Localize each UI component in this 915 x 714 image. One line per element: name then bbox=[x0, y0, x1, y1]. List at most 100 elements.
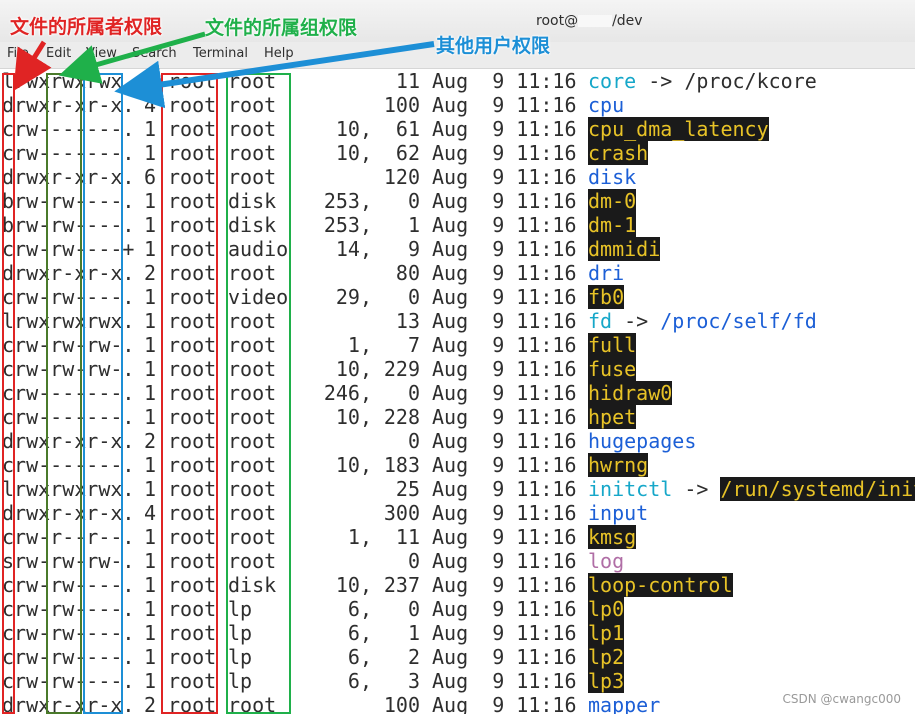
listing-row: crw-------. 1 root root 10, 62 Aug 9 11:16 cras… bbox=[0, 141, 915, 165]
size-or-minor: 0 bbox=[407, 597, 420, 621]
group-name: lp bbox=[228, 669, 253, 693]
listing-row: crw-------. 1 root root 10, 183 Aug 9 11:16 hwr… bbox=[0, 453, 915, 477]
group-name: root bbox=[228, 381, 277, 405]
symlink-arrow: -> bbox=[636, 69, 685, 93]
link-count: 1 bbox=[144, 573, 157, 597]
major-number: 246, bbox=[323, 381, 372, 405]
permission-string: crw-rw----. bbox=[2, 669, 135, 693]
major-number: 10, bbox=[335, 357, 372, 381]
listing-row: crw-rw----. 1 root lp 6, 1 Aug 9 11:16 lp1 bbox=[0, 621, 915, 645]
permission-string: lrwxrwxrwx. bbox=[2, 477, 135, 501]
menu-edit[interactable]: Edit bbox=[46, 46, 71, 61]
owner-name: root bbox=[168, 453, 217, 477]
link-count: 1 bbox=[144, 525, 157, 549]
file-name: disk bbox=[588, 165, 637, 189]
group-name: root bbox=[228, 501, 277, 525]
size-or-minor: 25 bbox=[395, 477, 420, 501]
modified-date: Aug 9 11:16 bbox=[432, 381, 577, 405]
file-name: dmmidi bbox=[588, 237, 661, 261]
size-or-minor: 120 bbox=[383, 165, 420, 189]
file-name-cell: hugepages bbox=[588, 429, 696, 453]
file-name-cell: lp3 bbox=[588, 669, 625, 693]
modified-date: Aug 9 11:16 bbox=[432, 597, 577, 621]
menu-help[interactable]: Help bbox=[264, 46, 294, 61]
modified-date: Aug 9 11:16 bbox=[432, 261, 577, 285]
modified-date: Aug 9 11:16 bbox=[432, 357, 577, 381]
menu-terminal[interactable]: Terminal bbox=[193, 46, 248, 61]
file-name-cell: dri bbox=[588, 261, 624, 285]
major-number: 14, bbox=[335, 237, 372, 261]
group-name: root bbox=[228, 357, 277, 381]
symlink-arrow: -> bbox=[612, 309, 661, 333]
listing-row: crw-r--r--. 1 root root 1, 11 Aug 9 11:16 kmsg bbox=[0, 525, 915, 549]
group-name: root bbox=[228, 309, 277, 333]
symlink-arrow: -> bbox=[672, 477, 721, 501]
file-name-cell: input bbox=[588, 501, 648, 525]
modified-date: Aug 9 11:16 bbox=[432, 693, 577, 714]
owner-name: root bbox=[168, 213, 217, 237]
owner-name: root bbox=[168, 429, 217, 453]
listing-row: drwxr-xr-x. 4 root root 100 Aug 9 11:16 cpu bbox=[0, 93, 915, 117]
owner-name: root bbox=[168, 93, 217, 117]
modified-date: Aug 9 11:16 bbox=[432, 333, 577, 357]
size-or-minor: 229 bbox=[383, 357, 420, 381]
permission-string: crw-rw-rw-. bbox=[2, 357, 135, 381]
link-count: 1 bbox=[144, 141, 157, 165]
permission-string: crw-------. bbox=[2, 405, 135, 429]
size-or-minor: 1 bbox=[407, 213, 420, 237]
size-or-minor: 0 bbox=[407, 429, 420, 453]
group-name: root bbox=[228, 141, 277, 165]
group-name: disk bbox=[228, 573, 277, 597]
group-name: disk bbox=[228, 189, 277, 213]
modified-date: Aug 9 11:16 bbox=[432, 69, 577, 93]
listing-row: drwxr-xr-x. 2 root root 0 Aug 9 11:16 hugepage… bbox=[0, 429, 915, 453]
major-number: 6, bbox=[347, 621, 372, 645]
file-name: loop-control bbox=[588, 573, 733, 597]
terminal-output[interactable]: lrwxrwxrwx. 1 root root 11 Aug 9 11:16 core ->… bbox=[0, 69, 915, 714]
link-count: 1 bbox=[144, 309, 157, 333]
owner-name: root bbox=[168, 357, 217, 381]
file-name: fuse bbox=[588, 357, 637, 381]
modified-date: Aug 9 11:16 bbox=[432, 141, 577, 165]
file-name-cell: cpu_dma_latency bbox=[588, 117, 769, 141]
file-name: dri bbox=[588, 261, 625, 285]
permission-string: lrwxrwxrwx. bbox=[2, 69, 135, 93]
file-name-cell: hidraw0 bbox=[588, 381, 673, 405]
owner-name: root bbox=[168, 549, 217, 573]
file-name: lp0 bbox=[588, 597, 625, 621]
size-or-minor: 100 bbox=[383, 693, 420, 714]
size-or-minor: 300 bbox=[383, 501, 420, 525]
group-name: audio bbox=[228, 237, 289, 261]
menu-view[interactable]: View bbox=[86, 46, 117, 61]
file-name-cell: lp0 bbox=[588, 597, 625, 621]
permission-string: crw-rw----. bbox=[2, 285, 135, 309]
menu-file[interactable]: File bbox=[7, 46, 29, 61]
group-name: root bbox=[228, 693, 277, 714]
listing-row: crw-rw----. 1 root lp 6, 0 Aug 9 11:16 lp0 bbox=[0, 597, 915, 621]
file-name: hugepages bbox=[588, 429, 697, 453]
link-count: 1 bbox=[144, 621, 157, 645]
modified-date: Aug 9 11:16 bbox=[432, 429, 577, 453]
listing-row: crw-rw----. 1 root video 29, 0 Aug 9 11:16 fb0 bbox=[0, 285, 915, 309]
file-name: core bbox=[588, 69, 637, 93]
listing-row: drwxr-xr-x. 6 root root 120 Aug 9 11:16 disk bbox=[0, 165, 915, 189]
permission-string: drwxr-xr-x. bbox=[2, 693, 135, 714]
group-name: root bbox=[228, 405, 277, 429]
menu-search[interactable]: Search bbox=[132, 46, 177, 61]
permission-string: crw-rw----+ bbox=[2, 237, 135, 261]
group-name: root bbox=[228, 453, 277, 477]
major-number: 6, bbox=[347, 669, 372, 693]
group-name: root bbox=[228, 549, 277, 573]
owner-name: root bbox=[168, 477, 217, 501]
permission-string: crw-r--r--. bbox=[2, 525, 135, 549]
symlink-target: /run/systemd/initctl/fifo bbox=[720, 477, 915, 501]
group-name: root bbox=[228, 69, 277, 93]
file-name-cell: disk bbox=[588, 165, 636, 189]
owner-name: root bbox=[168, 165, 217, 189]
major-number: 253, bbox=[323, 189, 372, 213]
file-name: full bbox=[588, 333, 637, 357]
owner-name: root bbox=[168, 381, 217, 405]
file-name-cell: kmsg bbox=[588, 525, 637, 549]
file-name: fb0 bbox=[588, 285, 625, 309]
owner-name: root bbox=[168, 261, 217, 285]
